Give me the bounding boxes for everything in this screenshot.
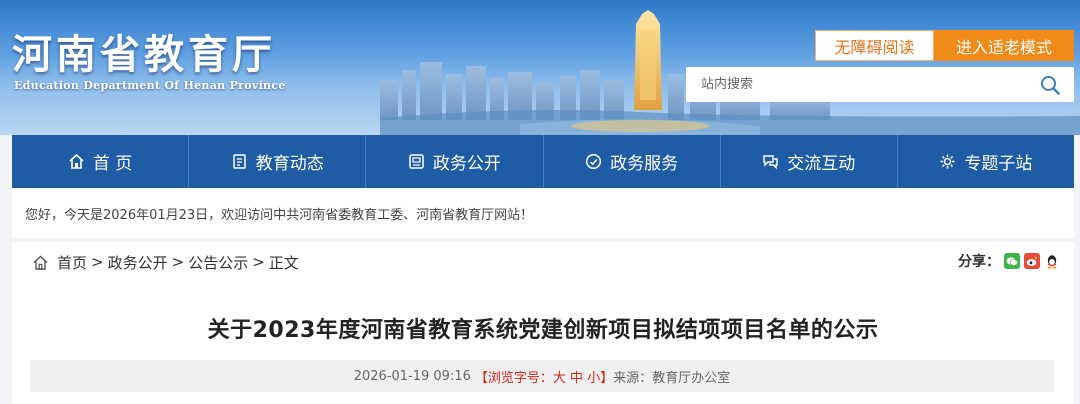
welcome-bar: 您好，今天是2026年01月23日，欢迎访问中共河南省委教育工委、河南省教育厅网…: [12, 188, 1074, 238]
nav-item-home[interactable]: 首 页: [12, 135, 190, 188]
header-banner: 河南省教育厅 Education Department Of Henan Pro…: [0, 0, 1080, 135]
elder-mode-button[interactable]: 进入适老模式: [934, 30, 1074, 61]
site-logo-title: 河南省教育厅: [12, 31, 276, 78]
share-bar: 分享：: [958, 251, 1060, 271]
qq-icon[interactable]: [1044, 253, 1060, 269]
breadcrumb-separator: >: [171, 253, 185, 271]
service-icon: [586, 153, 602, 170]
nav-item-label: 交流互动: [787, 154, 856, 174]
breadcrumb-separator: >: [91, 253, 104, 271]
publish-datetime: 2026-01-19 09:16: [353, 368, 471, 384]
nav-item-label: 政务服务: [610, 154, 679, 174]
breadcrumb-current: 正文: [268, 253, 299, 272]
search-input[interactable]: [686, 67, 1026, 102]
nav-item-education-news[interactable]: 教育动态: [189, 135, 367, 188]
search-box: [686, 67, 1074, 102]
source-value: 教育厅办公室: [652, 370, 731, 386]
font-size-large-button[interactable]: 大: [553, 371, 566, 386]
search-icon[interactable]: [1040, 75, 1060, 95]
font-size-small-button[interactable]: 小: [587, 371, 600, 386]
nav-item-label: 专题子站: [964, 154, 1033, 174]
font-size-label-close: 】: [600, 370, 614, 386]
share-label: 分享：: [958, 254, 1000, 270]
breadcrumb-separator: >: [252, 253, 265, 271]
font-size-label-open: 【浏览字号：: [474, 370, 553, 386]
article-title: 关于2023年度河南省教育系统党建创新项目拟结项项目名单的公示: [207, 318, 879, 343]
breadcrumb-home[interactable]: 首页: [57, 252, 87, 273]
news-icon: [233, 154, 246, 169]
topic-icon: [940, 154, 955, 169]
breadcrumb-announcements[interactable]: 公告公示: [188, 252, 248, 273]
home-icon: [69, 153, 84, 169]
breadcrumb-bar: 首页 > 政务公开 > 公告公示 > 正文 分享：: [12, 242, 1074, 282]
home-icon: [33, 255, 48, 270]
source-label: 来源：: [613, 370, 653, 386]
nav-item-label: 政务公开: [432, 154, 501, 174]
breadcrumb: 首页 > 政务公开 > 公告公示 > 正文: [32, 252, 299, 273]
main-nav: 首 页 教育动态 政务公开 政务服务 交流互动 专题子站: [12, 135, 1074, 188]
font-size-switcher: 【浏览字号：大 中 小】: [475, 367, 613, 386]
weibo-icon[interactable]: [1024, 253, 1040, 269]
article-meta-bar: 2026-01-19 09:16 【浏览字号：大 中 小】 来源： 教育厅办公室: [30, 360, 1054, 392]
accessibility-reading-button[interactable]: 无障碍阅读: [815, 30, 934, 61]
article-section: 关于2023年度河南省教育系统党建创新项目拟结项项目名单的公示 2026-01-…: [12, 282, 1074, 404]
site-logo-subtitle: Education Department Of Henan Province: [14, 79, 286, 92]
interaction-icon: [763, 155, 778, 170]
welcome-text: 您好，今天是2026年01月23日，欢迎访问中共河南省委教育工委、河南省教育厅网…: [25, 207, 534, 223]
wechat-icon[interactable]: [1004, 253, 1020, 269]
nav-item-government-affairs[interactable]: 政务公开: [366, 135, 544, 188]
nav-item-interaction[interactable]: 交流互动: [721, 135, 898, 188]
breadcrumb-government-affairs[interactable]: 政务公开: [108, 252, 168, 273]
document-icon: [409, 154, 424, 169]
nav-item-label: 教育动态: [255, 154, 324, 174]
font-size-medium-button[interactable]: 中: [570, 371, 583, 386]
nav-item-topic-subsites[interactable]: 专题子站: [898, 135, 1074, 188]
nav-item-label: 首 页: [92, 154, 133, 174]
nav-item-government-services[interactable]: 政务服务: [544, 135, 721, 188]
